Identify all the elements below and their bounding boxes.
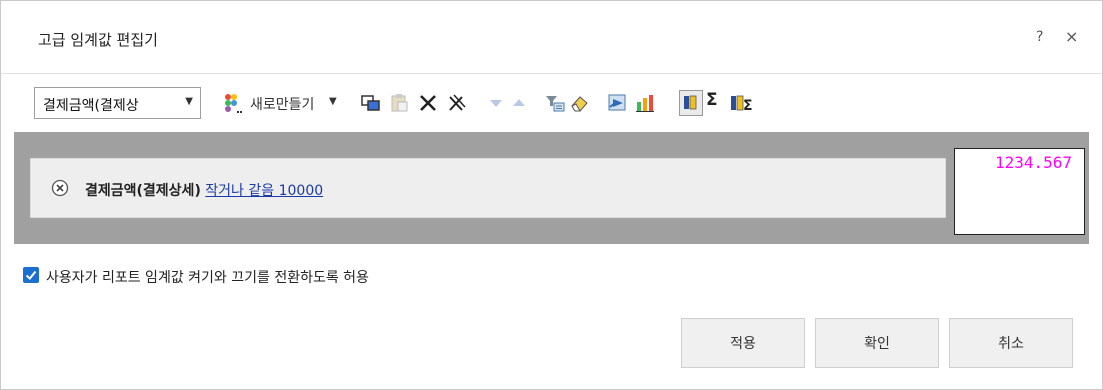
sigma-icon[interactable]: Σ	[706, 90, 726, 110]
cancel-button[interactable]: 취소	[949, 318, 1073, 368]
condition-text: 결제금액(결제상세) 작거나 같음 10000	[85, 180, 323, 200]
svg-text:Σ: Σ	[743, 98, 753, 113]
delete-all-icon[interactable]	[447, 93, 467, 113]
delete-icon[interactable]	[418, 93, 438, 113]
new-condition-icon[interactable]	[223, 93, 243, 113]
measure-select-value: 결제금액(결제상	[43, 98, 139, 114]
format-icon[interactable]	[545, 93, 565, 113]
remove-condition-icon[interactable]	[51, 179, 69, 197]
apply-button[interactable]: 적용	[681, 318, 805, 368]
toolbar: 결제금액(결제상 ▼ 새로만들기 ▼ Σ Σ	[34, 85, 1102, 121]
threshold-editor-dialog: 고급 임계값 편집기 ? × 결제금액(결제상 ▼ 새로만들기 ▼ Σ Σ 결제…	[0, 0, 1103, 390]
column-sum-icon[interactable]: Σ	[730, 93, 756, 113]
paste-icon[interactable]	[389, 93, 409, 113]
allow-toggle-label: 사용자가 리포트 임계값 켜기와 끄기를 전환하도록 허용	[46, 270, 369, 286]
condition-field: 결제금액(결제상세)	[85, 183, 201, 199]
preview-value: 1234.567	[994, 153, 1072, 172]
new-dropdown-arrow-icon[interactable]: ▼	[329, 96, 337, 107]
eraser-icon[interactable]	[570, 93, 590, 113]
close-button[interactable]: ×	[1065, 27, 1078, 46]
condition-row[interactable]: 결제금액(결제상세) 작거나 같음 10000	[30, 158, 946, 218]
dialog-title: 고급 임계값 편집기	[38, 31, 158, 49]
move-up-icon[interactable]	[509, 93, 529, 113]
chevron-down-icon: ▼	[185, 96, 193, 107]
ok-button[interactable]: 확인	[815, 318, 939, 368]
format-preview: 1234.567	[954, 148, 1085, 235]
export-icon[interactable]	[607, 93, 627, 113]
move-down-icon[interactable]	[486, 93, 506, 113]
help-button[interactable]: ?	[1036, 29, 1043, 45]
condition-operator-link[interactable]: 작거나 같음 10000	[205, 183, 323, 199]
new-condition-label[interactable]: 새로만들기	[250, 94, 314, 114]
allow-toggle-checkbox[interactable]	[23, 267, 39, 283]
condition-canvas: 결제금액(결제상세) 작거나 같음 10000 1234.567	[14, 132, 1089, 244]
column-view-icon[interactable]	[679, 90, 703, 116]
dialog-titlebar: 고급 임계값 편집기 ? ×	[1, 1, 1102, 74]
chart-icon[interactable]	[635, 93, 655, 113]
measure-select[interactable]: 결제금액(결제상 ▼	[34, 87, 201, 119]
copy-icon[interactable]	[361, 93, 381, 113]
